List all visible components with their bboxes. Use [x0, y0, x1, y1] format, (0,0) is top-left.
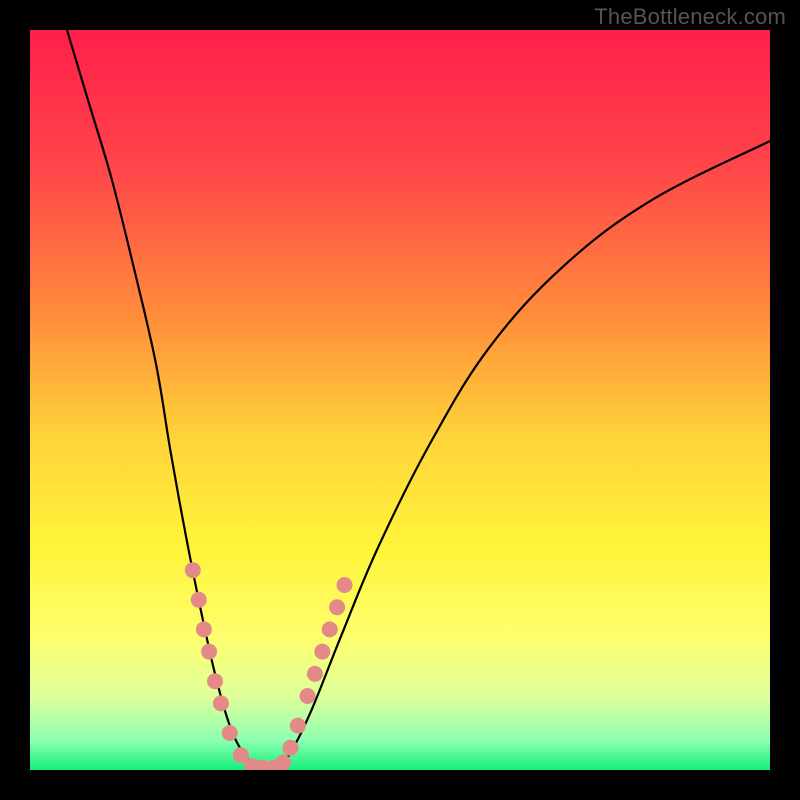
marker-dot [290, 718, 306, 734]
marker-dot [300, 688, 316, 704]
marker-dot [185, 562, 201, 578]
marker-dot [337, 577, 353, 593]
marker-dot [196, 621, 212, 637]
marker-dot [213, 695, 229, 711]
marker-dot [201, 644, 217, 660]
marker-dot [329, 599, 345, 615]
marker-dot [207, 673, 223, 689]
chart-frame [30, 30, 770, 770]
marker-dot [282, 740, 298, 756]
bottleneck-chart [30, 30, 770, 770]
chart-background [30, 30, 770, 770]
marker-dot [307, 666, 323, 682]
watermark-text: TheBottleneck.com [594, 4, 786, 30]
marker-dot [322, 621, 338, 637]
marker-dot [191, 592, 207, 608]
marker-dot [314, 644, 330, 660]
marker-dot [275, 755, 291, 770]
marker-dot [222, 725, 238, 741]
